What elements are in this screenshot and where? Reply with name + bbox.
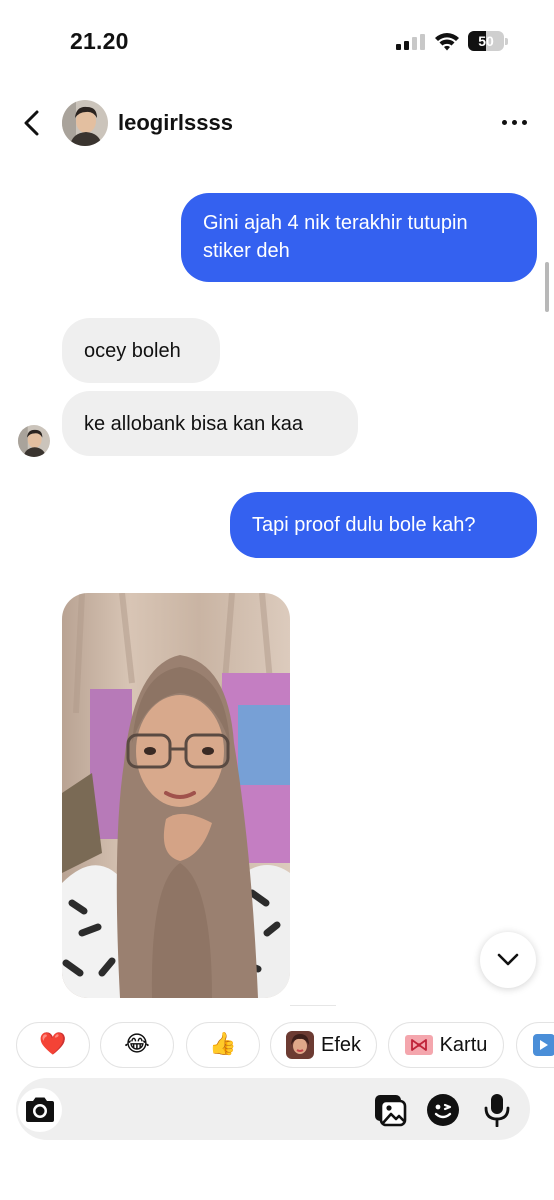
divider [290, 1005, 336, 1006]
effects-label: Efek [320, 1033, 362, 1056]
play-icon [533, 1034, 554, 1056]
camera-button[interactable] [18, 1088, 62, 1132]
camera-icon [26, 1097, 54, 1122]
contact-avatar[interactable] [62, 100, 108, 146]
reaction-laugh-button[interactable]: 😂 [100, 1022, 174, 1068]
message-incoming[interactable]: ocey boleh [62, 318, 220, 383]
cards-label: Kartu [439, 1033, 488, 1056]
sticker-icon [427, 1094, 459, 1126]
more-reactions-chip[interactable] [516, 1022, 554, 1068]
heart-icon: ❤️ [39, 1032, 67, 1057]
gallery-button[interactable] [372, 1092, 408, 1128]
back-arrow-icon [24, 110, 39, 136]
message-outgoing[interactable]: Gini ajah 4 nik terakhir tutupin stiker … [181, 193, 537, 282]
message-incoming[interactable]: ke allobank bisa kan kaa [62, 391, 358, 456]
card-ribbon-icon [404, 1035, 433, 1055]
status-time: 21.20 [70, 28, 129, 54]
photo-message[interactable] [62, 593, 290, 998]
sender-avatar[interactable] [18, 425, 50, 457]
microphone-icon [484, 1094, 510, 1127]
scrollbar[interactable] [545, 262, 549, 312]
dm-thread-screen: 21.20 50 leogirlssss Gini ajah 4 nik ter… [0, 0, 554, 1200]
message-input[interactable] [76, 1084, 360, 1134]
gallery-icon [375, 1095, 407, 1127]
laughing-face-icon: 😂 [124, 1032, 150, 1057]
reaction-thumbs-up-button[interactable]: 👍 [186, 1022, 260, 1068]
battery-level: 50 [478, 33, 494, 49]
scroll-down-button[interactable] [480, 932, 536, 988]
signal-icon [396, 34, 425, 50]
reaction-heart-button[interactable]: ❤️ [16, 1022, 90, 1068]
wifi-icon [435, 33, 459, 51]
chevron-down-icon [497, 953, 519, 966]
sticker-button[interactable] [424, 1092, 462, 1128]
thumbs-up-icon: 👍 [209, 1032, 237, 1057]
back-button[interactable] [14, 104, 50, 142]
message-outgoing[interactable]: Tapi proof dulu bole kah? [230, 492, 537, 558]
battery-icon: 50 [468, 31, 508, 51]
effect-avatar-icon [285, 1031, 314, 1059]
effects-button[interactable]: Efek [270, 1022, 377, 1068]
more-options-button[interactable] [494, 110, 534, 134]
cards-button[interactable]: Kartu [388, 1022, 504, 1068]
more-options-icon [501, 119, 507, 125]
contact-username[interactable]: leogirlssss [118, 110, 233, 136]
microphone-button[interactable] [480, 1092, 514, 1128]
